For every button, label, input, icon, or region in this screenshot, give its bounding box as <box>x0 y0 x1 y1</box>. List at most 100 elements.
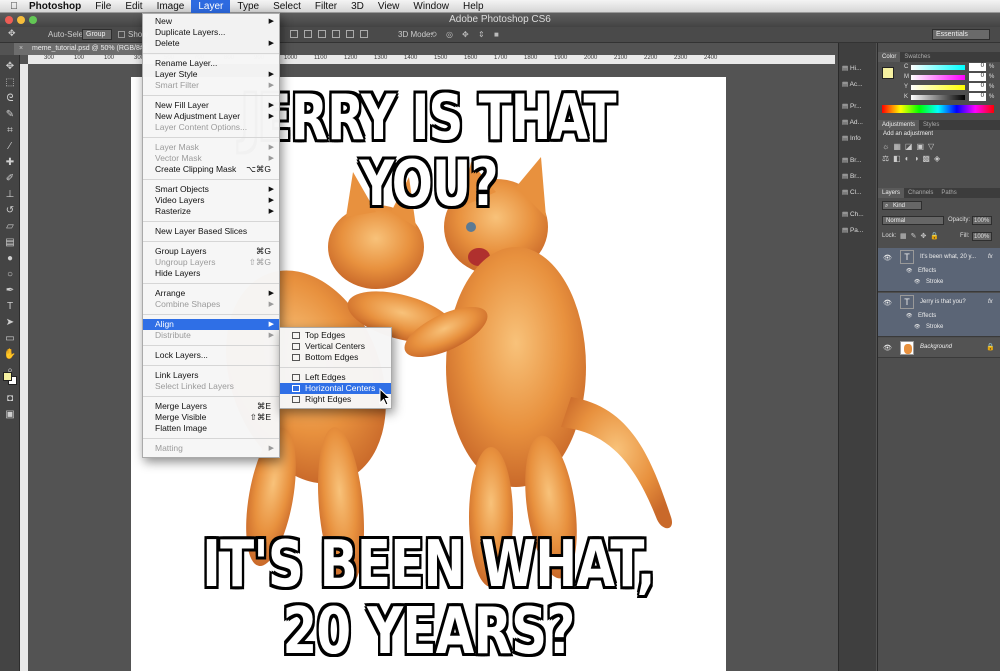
channel-slider[interactable] <box>911 65 965 70</box>
layer-row[interactable]: 👁 Background 🔒 <box>878 338 1000 358</box>
menu-3d[interactable]: 3D <box>344 0 371 13</box>
dock-item-brush[interactable]: ▤ Br... <box>842 155 876 167</box>
layer-menu-item-hide-layers[interactable]: Hide Layers <box>143 268 279 279</box>
roll-3d-icon[interactable]: ◎ <box>446 30 453 39</box>
align-button-icon[interactable] <box>332 30 340 38</box>
layer-menu-item-video-layers[interactable]: Video Layers ▶ <box>143 195 279 206</box>
layer-menu-item-group-layers[interactable]: Group Layers ⌘G <box>143 246 279 257</box>
channel-slider[interactable] <box>911 75 965 80</box>
channel-value-input[interactable]: 0 <box>969 63 986 71</box>
tab-paths[interactable]: Paths <box>937 188 960 198</box>
menu-type[interactable]: Type <box>230 0 266 13</box>
layer-menu-item-new-layer-based-slices[interactable]: New Layer Based Slices <box>143 226 279 237</box>
quick-mask-icon[interactable]: ◘ <box>3 393 17 405</box>
shape-tool-icon[interactable]: ▭ <box>3 333 17 345</box>
channel-value-input[interactable]: 0 <box>969 83 986 91</box>
crop-tool-icon[interactable]: ⌗ <box>3 125 17 137</box>
marquee-tool-icon[interactable]: ⬚ <box>3 77 17 89</box>
rotate-3d-icon[interactable]: ⟲ <box>430 30 437 39</box>
layer-menu-item-align[interactable]: Align ▶ <box>143 319 279 330</box>
tab-layers[interactable]: Layers <box>878 188 905 198</box>
drag-3d-icon[interactable]: ✥ <box>462 30 469 39</box>
pen-tool-icon[interactable]: ✒ <box>3 285 17 297</box>
align-menu-item-horizontal-centers[interactable]: Horizontal Centers <box>280 383 391 394</box>
align-button-icon[interactable] <box>290 30 298 38</box>
layer-menu-item-duplicate-layers[interactable]: Duplicate Layers... <box>143 27 279 38</box>
menu-window[interactable]: Window <box>406 0 456 13</box>
opacity-input[interactable]: 100% <box>972 216 992 225</box>
fx-icon[interactable]: fx <box>988 254 993 260</box>
auto-select-dropdown[interactable]: Group <box>82 29 112 40</box>
eye-visibility-icon[interactable]: 👁 <box>883 299 892 307</box>
layer-menu-item-new-fill-layer[interactable]: New Fill Layer ▶ <box>143 100 279 111</box>
move-tool-icon[interactable]: ✥ <box>3 61 17 73</box>
menu-image[interactable]: Image <box>150 0 192 13</box>
layer-name[interactable]: It's been what, 20 y... <box>920 254 976 260</box>
blur-tool-icon[interactable]: ● <box>3 253 17 265</box>
close-window-button[interactable] <box>5 16 13 24</box>
hand-tool-icon[interactable]: ✋ <box>3 349 17 361</box>
path-select-tool-icon[interactable]: ➤ <box>3 317 17 329</box>
lasso-tool-icon[interactable]: ᘓ <box>3 93 17 105</box>
align-button-icon[interactable] <box>304 30 312 38</box>
align-menu-item-top-edges[interactable]: Top Edges <box>280 330 391 341</box>
align-menu-item-left-edges[interactable]: Left Edges <box>280 372 391 383</box>
show-transform-checkbox[interactable] <box>118 31 125 38</box>
scale-3d-icon[interactable]: ■ <box>494 30 499 39</box>
adjustment-icon[interactable]: ☼▦◪▣▽ <box>882 142 938 151</box>
dock-item-info[interactable]: ▤ Info <box>842 133 876 145</box>
apple-icon[interactable]:  <box>6 1 22 12</box>
foreground-color-swatch[interactable] <box>3 372 12 381</box>
dock-item-character[interactable]: ▤ Ch... <box>842 209 876 221</box>
layer-menu-item-rename-layer[interactable]: Rename Layer... <box>143 58 279 69</box>
align-button-icon[interactable] <box>360 30 368 38</box>
blend-mode-dropdown[interactable]: Normal <box>882 216 944 225</box>
brush-tool-icon[interactable]: ✐ <box>3 173 17 185</box>
layer-row[interactable]: 👁 T Jerry is that you? fx 👁 Effects 👁 Stroke <box>878 293 1000 337</box>
tab-channels[interactable]: Channels <box>904 188 937 198</box>
layer-menu-item-link-layers[interactable]: Link Layers <box>143 370 279 381</box>
lock-buttons[interactable]: ▦✎✥🔒 <box>900 232 943 240</box>
layer-menu-item-lock-layers[interactable]: Lock Layers... <box>143 350 279 361</box>
align-button-icon[interactable] <box>346 30 354 38</box>
minimize-window-button[interactable] <box>17 16 25 24</box>
menu-filter[interactable]: Filter <box>308 0 344 13</box>
dock-item-adjustments[interactable]: ▤ Ad... <box>842 117 876 129</box>
zoom-window-button[interactable] <box>29 16 37 24</box>
eye-visibility-icon[interactable]: 👁 <box>883 344 892 352</box>
stroke-eye-icon[interactable]: 👁 <box>914 324 920 330</box>
eraser-tool-icon[interactable]: ▱ <box>3 221 17 233</box>
layer-menu-item-merge-layers[interactable]: Merge Layers ⌘E <box>143 401 279 412</box>
gradient-tool-icon[interactable]: ▤ <box>3 237 17 249</box>
history-brush-tool-icon[interactable]: ↺ <box>3 205 17 217</box>
layer-menu-item-layer-style[interactable]: Layer Style ▶ <box>143 69 279 80</box>
layer-name[interactable]: Background <box>920 344 952 350</box>
dock-item-properties[interactable]: ▤ Pr... <box>842 101 876 113</box>
tab-swatches[interactable]: Swatches <box>900 52 934 62</box>
menu-photoshop[interactable]: Photoshop <box>22 0 88 13</box>
clone-stamp-tool-icon[interactable]: ⊥ <box>3 189 17 201</box>
channel-value-input[interactable]: 0 <box>969 93 986 101</box>
healing-tool-icon[interactable]: ✚ <box>3 157 17 169</box>
effects-eye-icon[interactable]: 👁 <box>906 268 912 274</box>
type-tool-icon[interactable]: T <box>3 301 17 313</box>
dodge-tool-icon[interactable]: ○ <box>3 269 17 281</box>
fill-input[interactable]: 100% <box>972 232 992 241</box>
layer-menu-item-new-adjustment-layer[interactable]: New Adjustment Layer ▶ <box>143 111 279 122</box>
menu-file[interactable]: File <box>88 0 118 13</box>
menu-layer[interactable]: Layer <box>191 0 231 13</box>
tab-color[interactable]: Color <box>878 52 901 62</box>
eyedropper-tool-icon[interactable]: ⁄ <box>3 141 17 153</box>
move-tool-icon[interactable]: ✥ <box>8 28 16 39</box>
layer-menu-item-smart-objects[interactable]: Smart Objects ▶ <box>143 184 279 195</box>
stroke-eye-icon[interactable]: 👁 <box>914 279 920 285</box>
adjustment-icon[interactable]: ⚖◧◐◑▩◈ <box>882 154 944 163</box>
effects-eye-icon[interactable]: 👁 <box>906 313 912 319</box>
align-menu-item-vertical-centers[interactable]: Vertical Centers <box>280 341 391 352</box>
screen-mode-icon[interactable]: ▣ <box>3 409 17 421</box>
layer-menu-item-new[interactable]: New ▶ <box>143 16 279 27</box>
quick-select-tool-icon[interactable]: ✎ <box>3 109 17 121</box>
channel-value-input[interactable]: 0 <box>969 73 986 81</box>
dock-item-actions[interactable]: ▤ Ac... <box>842 79 876 91</box>
align-menu-item-bottom-edges[interactable]: Bottom Edges <box>280 352 391 363</box>
